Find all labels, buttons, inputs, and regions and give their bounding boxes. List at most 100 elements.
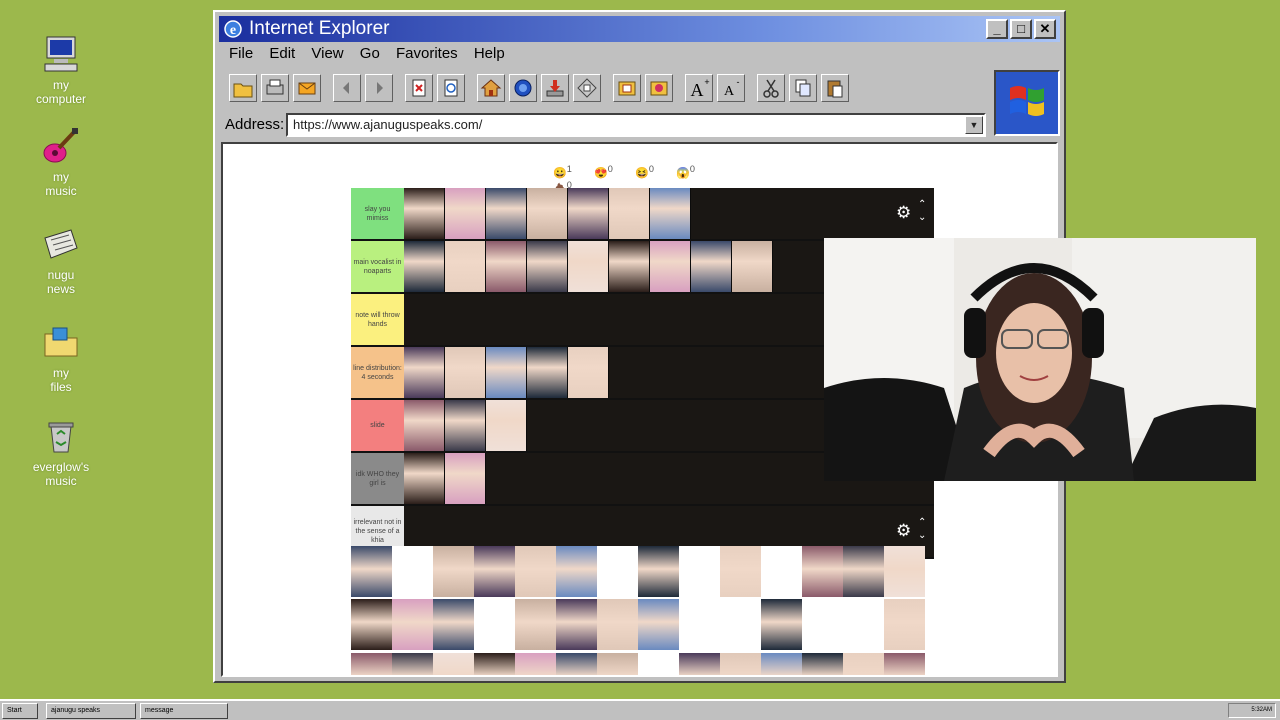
pool-item-photo[interactable] [392,599,433,651]
pool-item-photo[interactable] [679,599,720,651]
tier-item-photo[interactable] [445,400,486,451]
tier-item-photo[interactable] [568,188,609,239]
tier-item-photo[interactable] [404,188,445,239]
tier-item-photo[interactable] [609,188,650,239]
task-message[interactable]: message [140,703,228,719]
desktop-icon-my-files[interactable]: my files [22,322,100,394]
pool-item-photo[interactable] [474,546,515,597]
task-ajanugu-speaks[interactable]: ajanugu speaks [46,703,136,719]
minimize-button[interactable]: _ [986,19,1008,39]
pool-item-photo[interactable] [720,599,761,651]
tier-item-photo[interactable] [445,347,486,398]
pool-item-photo[interactable] [802,599,843,651]
pool-item-photo[interactable] [433,599,474,651]
menu-view[interactable]: View [311,45,343,62]
menu-file[interactable]: File [229,45,253,62]
tier-item-photo[interactable] [404,347,445,398]
reaction-smile[interactable]: 😀1 [553,164,591,180]
desktop-icon-my-music[interactable]: my music [22,126,100,198]
address-dropdown-button[interactable]: ▼ [965,116,983,134]
font-larger-button[interactable]: A + [685,74,713,102]
title-bar[interactable]: e Internet Explorer _ □ ✕ [219,16,1060,42]
reaction-laugh[interactable]: 😆0 [635,164,673,180]
tier-item-photo[interactable] [404,241,445,292]
pool-item-photo[interactable] [597,599,638,651]
tier-label[interactable]: note will throw hands [351,294,404,345]
tier-item-photo[interactable] [527,347,568,398]
tier-item-photo[interactable] [691,241,732,292]
menu-go[interactable]: Go [360,45,380,62]
tier-item-photo[interactable] [486,188,527,239]
pool-item-photo[interactable] [351,652,392,675]
pool-item-photo[interactable] [679,546,720,597]
pool-item-photo[interactable] [351,599,392,651]
pool-item-photo[interactable] [843,546,884,597]
pool-item-photo[interactable] [802,546,843,597]
pool-item-photo[interactable] [515,546,556,597]
tier-item-photo[interactable] [486,241,527,292]
menu-help[interactable]: Help [474,45,505,62]
pool-item-photo[interactable] [556,546,597,597]
tier-item-photo[interactable] [445,453,486,504]
tier-item-photo[interactable] [609,241,650,292]
menu-edit[interactable]: Edit [269,45,295,62]
tier-item-photo[interactable] [445,188,486,239]
pool-item-photo[interactable] [556,599,597,651]
pool-item-photo[interactable] [433,546,474,597]
pool-item-photo[interactable] [761,652,802,675]
pool-item-photo[interactable] [843,652,884,675]
pool-item-photo[interactable] [351,546,392,597]
pool-item-photo[interactable] [392,652,433,675]
channels-button[interactable] [645,74,673,102]
pool-item-photo[interactable] [433,652,474,675]
reorder-arrows-icon[interactable]: ⌃ ⌄ [918,198,926,224]
print-button[interactable] [261,74,289,102]
pool-item-photo[interactable] [638,652,679,675]
reorder-arrows-icon[interactable]: ⌃ ⌄ [918,516,926,542]
reaction-surprised[interactable]: 😱0 [676,164,714,180]
history-button[interactable] [573,74,601,102]
tier-item-photo[interactable] [568,241,609,292]
close-button[interactable]: ✕ [1034,19,1056,39]
pool-item-photo[interactable] [884,652,925,675]
pool-item-photo[interactable] [802,652,843,675]
pool-item-photo[interactable] [843,599,884,651]
tier-item-photo[interactable] [527,241,568,292]
forward-button[interactable] [365,74,393,102]
tier-item-photo[interactable] [486,347,527,398]
back-button[interactable] [333,74,361,102]
tier-label[interactable]: main vocalist in noaparts [351,241,404,292]
desktop-icon-nugu-news[interactable]: nugu news [22,224,100,296]
pool-item-photo[interactable] [720,546,761,597]
pool-item-photo[interactable] [474,599,515,651]
pool-item-photo[interactable] [515,652,556,675]
copy-button[interactable] [789,74,817,102]
pool-item-photo[interactable] [597,652,638,675]
tier-item-photo[interactable] [445,241,486,292]
tier-label[interactable]: slide [351,400,404,451]
font-smaller-button[interactable]: A- [717,74,745,102]
stop-button[interactable] [405,74,433,102]
pool-item-photo[interactable] [638,546,679,597]
pool-item-photo[interactable] [884,546,925,597]
pool-item-photo[interactable] [679,652,720,675]
refresh-button[interactable] [437,74,465,102]
tier-label[interactable]: idk WHO they girl is [351,453,404,504]
reaction-heart-eyes[interactable]: 😍0 [594,164,632,180]
tier-label[interactable]: line distribution: 4 seconds [351,347,404,398]
address-input[interactable]: https://www.ajanuguspeaks.com/ ▼ [286,113,986,137]
pool-item-photo[interactable] [597,546,638,597]
open-button[interactable] [229,74,257,102]
desktop-icon-my-computer[interactable]: my computer [22,34,100,106]
gear-icon[interactable]: ⚙ [896,522,911,539]
tier-item-photo[interactable] [486,400,527,451]
home-button[interactable] [477,74,505,102]
maximize-button[interactable]: □ [1010,19,1032,39]
pool-item-photo[interactable] [720,652,761,675]
tier-label[interactable]: slay you mimiss [351,188,404,239]
pool-item-photo[interactable] [556,652,597,675]
cut-button[interactable] [757,74,785,102]
tier-item-photo[interactable] [404,400,445,451]
tier-item-photo[interactable] [527,188,568,239]
pool-item-photo[interactable] [761,546,802,597]
